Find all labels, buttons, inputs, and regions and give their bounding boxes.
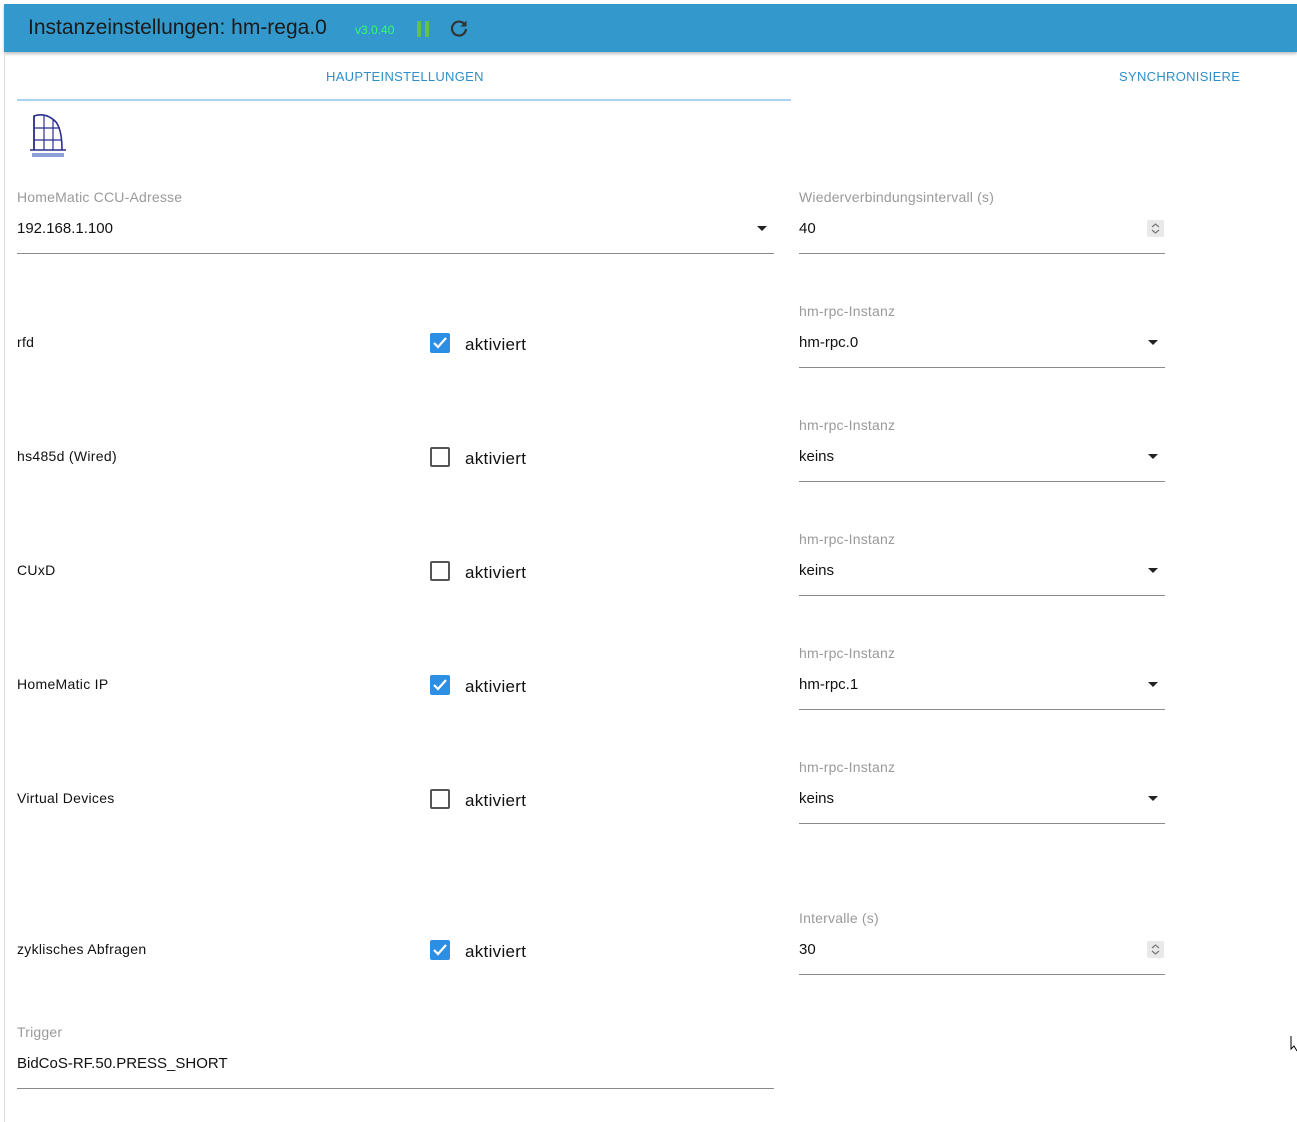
- homematic-ip-instance-label: hm-rpc-Instanz: [799, 645, 896, 661]
- ccu-address-value[interactable]: 192.168.1.100: [17, 220, 113, 237]
- mouse-cursor-icon: [1290, 1036, 1297, 1052]
- hs485d-checkbox-label: aktiviert: [465, 449, 527, 468]
- polling-label: zyklisches Abfragen: [17, 941, 147, 957]
- rfd-checkbox[interactable]: [430, 333, 450, 353]
- number-stepper-icon[interactable]: [1147, 941, 1164, 958]
- polling-interval-label: Intervalle (s): [799, 910, 879, 926]
- polling-interval-input[interactable]: 30: [799, 941, 816, 958]
- homematic-ip-checkbox[interactable]: [430, 675, 450, 695]
- ccu-address-underline: [17, 253, 774, 254]
- virtual-devices-checkbox-label: aktiviert: [465, 791, 527, 810]
- tab-active-indicator: [17, 99, 791, 101]
- page-title: Instanzeinstellungen: hm-rega.0: [28, 16, 327, 39]
- trigger-label: Trigger: [17, 1024, 63, 1040]
- rfd-instance-label: hm-rpc-Instanz: [799, 303, 896, 319]
- chevron-down-icon[interactable]: [757, 226, 767, 231]
- chevron-down-icon[interactable]: [1148, 682, 1158, 687]
- cuxd-label: CUxD: [17, 562, 56, 578]
- virtual-devices-instance-underline: [799, 823, 1165, 824]
- cuxd-instance-underline: [799, 595, 1165, 596]
- rfd-instance-underline: [799, 367, 1165, 368]
- virtual-devices-label: Virtual Devices: [17, 790, 115, 806]
- cuxd-checkbox[interactable]: [430, 561, 450, 581]
- homematic-ip-label: HomeMatic IP: [17, 676, 109, 692]
- chevron-down-icon[interactable]: [1148, 340, 1158, 345]
- virtual-devices-checkbox[interactable]: [430, 789, 450, 809]
- reconnect-interval-underline: [799, 253, 1165, 254]
- homematic-ip-instance-select[interactable]: hm-rpc.1: [799, 676, 858, 693]
- polling-interval-underline: [799, 974, 1165, 975]
- rfd-instance-select[interactable]: hm-rpc.0: [799, 334, 858, 351]
- virtual-devices-instance-label: hm-rpc-Instanz: [799, 759, 896, 775]
- rfd-label: rfd: [17, 334, 35, 350]
- trigger-underline: [17, 1088, 774, 1089]
- polling-checkbox-label: aktiviert: [465, 942, 527, 961]
- hs485d-instance-label: hm-rpc-Instanz: [799, 417, 896, 433]
- hs485d-instance-underline: [799, 481, 1165, 482]
- reconnect-interval-label: Wiederverbindungsintervall (s): [799, 189, 995, 205]
- app-header: Instanzeinstellungen: hm-rega.0 v3.0.40: [4, 4, 1297, 52]
- pause-icon[interactable]: [417, 21, 431, 37]
- hs485d-checkbox[interactable]: [430, 447, 450, 467]
- ccu-address-label: HomeMatic CCU-Adresse: [17, 189, 183, 205]
- homematic-ip-checkbox-label: aktiviert: [465, 677, 527, 696]
- hs485d-label: hs485d (Wired): [17, 448, 117, 464]
- homematic-ip-instance-underline: [799, 709, 1165, 710]
- cuxd-checkbox-label: aktiviert: [465, 563, 527, 582]
- reconnect-interval-input[interactable]: 40: [799, 220, 816, 237]
- hs485d-instance-select[interactable]: keins: [799, 448, 834, 465]
- trigger-input[interactable]: BidCoS-RF.50.PRESS_SHORT: [17, 1055, 228, 1072]
- rfd-checkbox-label: aktiviert: [465, 335, 527, 354]
- version-badge: v3.0.40: [355, 23, 395, 37]
- homematic-logo: [30, 110, 66, 160]
- chevron-down-icon[interactable]: [1148, 568, 1158, 573]
- chevron-down-icon[interactable]: [1148, 796, 1158, 801]
- polling-checkbox[interactable]: [430, 940, 450, 960]
- tab-synchronisiere[interactable]: SYNCHRONISIERE: [1119, 69, 1240, 84]
- tab-haupteinstellungen[interactable]: HAUPTEINSTELLUNGEN: [326, 69, 484, 84]
- cuxd-instance-label: hm-rpc-Instanz: [799, 531, 896, 547]
- virtual-devices-instance-select[interactable]: keins: [799, 790, 834, 807]
- number-stepper-icon[interactable]: [1147, 220, 1164, 237]
- panel-border: [4, 52, 5, 1122]
- chevron-down-icon[interactable]: [1148, 454, 1158, 459]
- reload-icon[interactable]: [449, 19, 469, 39]
- cuxd-instance-select[interactable]: keins: [799, 562, 834, 579]
